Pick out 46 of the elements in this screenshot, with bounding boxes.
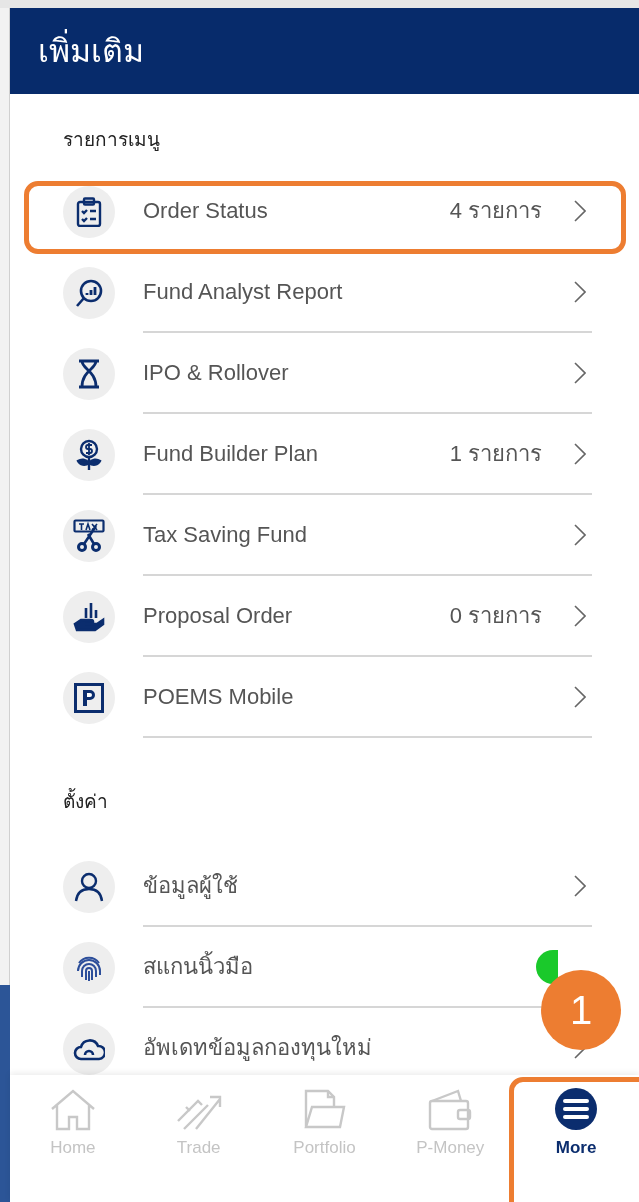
page-title: เพิ่มเติม xyxy=(38,27,144,75)
item-count: 1 รายการ xyxy=(449,440,542,468)
menu-item[interactable]: ข้อมูลผู้ใช้ xyxy=(10,846,639,927)
chevron-right-icon xyxy=(574,279,586,304)
menu-item[interactable]: Tax Saving Fund xyxy=(10,495,639,576)
menu-item[interactable]: Proposal Order 0 รายการ xyxy=(10,576,639,657)
folder-icon xyxy=(302,1087,347,1131)
hand-bars-icon xyxy=(73,601,105,632)
dollar-plant-icon xyxy=(75,438,103,471)
menu-label: POEMS Mobile xyxy=(143,683,295,711)
menu-item[interactable]: Fund Builder Plan 1 รายการ xyxy=(10,414,639,495)
chevron-right-icon xyxy=(574,684,586,709)
section-heading: รายการเมนู xyxy=(63,129,160,150)
menu-label: Proposal Order xyxy=(143,602,294,630)
menu-label: Fund Analyst Report xyxy=(143,278,344,306)
menu-item[interactable]: POEMS Mobile xyxy=(10,657,639,738)
home-icon xyxy=(49,1089,96,1131)
menu-item[interactable]: Order Status 4 รายการ xyxy=(10,171,639,252)
chevron-right-icon xyxy=(574,522,586,547)
chevron-right-icon xyxy=(574,873,586,898)
toggle-switch[interactable] xyxy=(536,949,558,984)
magnifier-chart-icon xyxy=(74,277,104,308)
chevron-right-icon xyxy=(574,198,586,223)
clipboard-checklist-icon xyxy=(76,196,102,227)
menu-item[interactable]: Fund Analyst Report xyxy=(10,252,639,333)
item-count: 0 รายการ xyxy=(449,602,542,630)
chevron-right-icon xyxy=(574,441,586,466)
menu-icon xyxy=(554,1087,599,1131)
chevron-right-icon xyxy=(574,603,586,628)
menu-item[interactable]: IPO & Rollover xyxy=(10,333,639,414)
menu-label: อัพเดทข้อมูลกองทุนใหม่ xyxy=(143,1034,373,1063)
menu-label: Fund Builder Plan xyxy=(143,440,319,468)
wallet-icon xyxy=(428,1089,473,1131)
menu-label: Tax Saving Fund xyxy=(143,521,308,549)
menu-label: สแกนนิ้วมือ xyxy=(143,950,536,983)
menu-label: Order Status xyxy=(143,197,269,225)
annotation-badge: 1 xyxy=(541,970,621,1050)
chevron-right-icon xyxy=(574,360,586,385)
menu-label: ข้อมูลผู้ใช้ xyxy=(143,872,239,901)
tax-scissors-icon xyxy=(73,518,105,553)
nav-tab[interactable]: More xyxy=(513,1075,639,1202)
menu-label: IPO & Rollover xyxy=(143,359,290,387)
user-icon xyxy=(74,871,104,902)
item-count: 4 รายการ xyxy=(449,197,542,225)
parking-sign-icon xyxy=(74,682,104,713)
hourglass-icon xyxy=(77,358,101,389)
